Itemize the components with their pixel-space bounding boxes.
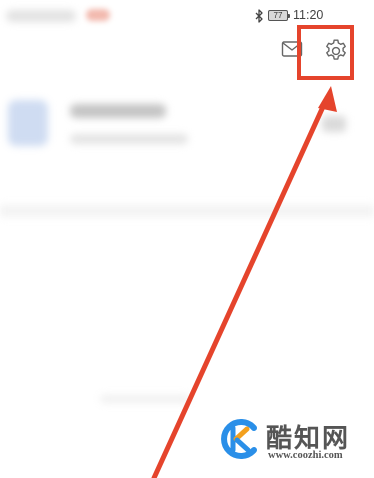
arrow-head-icon [318, 86, 337, 112]
watermark: 酷知网 www.coozhi.com [216, 410, 366, 470]
watermark-url: www.coozhi.com [268, 450, 343, 461]
coozhi-logo-icon [221, 419, 257, 459]
annotation-arrow [151, 86, 337, 478]
